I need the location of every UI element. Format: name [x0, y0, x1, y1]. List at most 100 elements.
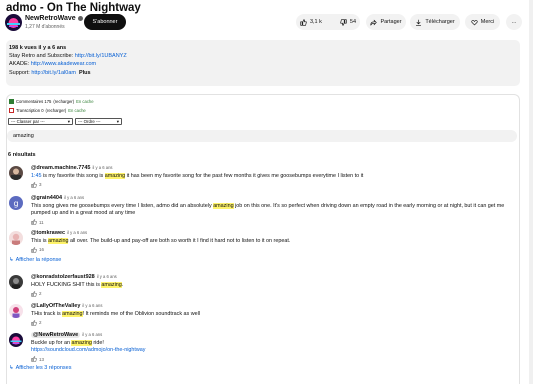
- search-input[interactable]: amazing: [7, 130, 517, 142]
- comment-likes: 16: [31, 246, 511, 254]
- comments-option: Commentaires 175 (recharger) En cache: [9, 99, 94, 104]
- show-replies-label: Afficher les 3 réponses: [15, 365, 72, 371]
- svg-text:g: g: [13, 199, 18, 208]
- share-label: Partager: [380, 19, 402, 25]
- thanks-button[interactable]: Merci: [465, 14, 500, 30]
- like-dislike-group: 3,1 k 54: [296, 14, 360, 30]
- like-count: 3: [39, 182, 42, 187]
- reply-arrow-icon: ↳: [9, 365, 14, 371]
- page-scrollbar[interactable]: [529, 0, 533, 384]
- verified-icon: [77, 16, 83, 21]
- share-icon: [370, 19, 378, 25]
- like-count: 3,1 k: [309, 19, 322, 25]
- comment-date[interactable]: il y a 6 ans: [82, 303, 102, 308]
- channel-avatar[interactable]: [5, 14, 22, 31]
- description-line-2: AKADE: http://www.akadewear.com: [9, 61, 97, 68]
- comment-text: This song gives me goosebumps every time…: [31, 202, 505, 216]
- video-title: admo - On The Nightway: [6, 2, 141, 14]
- comment-text: This is amazing all over. The build-up a…: [31, 237, 291, 244]
- comment-likes: 11: [31, 219, 511, 227]
- thumbs-up-icon[interactable]: [31, 290, 37, 297]
- comment-author[interactable]: @LallyOfTheValley: [31, 303, 80, 309]
- comment-likes: 2: [31, 319, 511, 327]
- thumbs-down-icon: [340, 18, 347, 26]
- download-button[interactable]: Télécharger: [410, 14, 460, 30]
- download-icon: [416, 19, 422, 26]
- comment-date[interactable]: il y a 6 ans: [92, 165, 112, 170]
- comment-text: HOLY FUCKING SHIT this is amazing.: [31, 281, 124, 288]
- thumbs-up-icon[interactable]: [31, 356, 37, 362]
- comment-author[interactable]: @grain4404: [31, 195, 62, 201]
- show-reply-label: Afficher la réponse: [15, 257, 62, 263]
- comments-search-panel: Commentaires 175 (recharger) En cache Tr…: [6, 94, 520, 384]
- comment-text: THis track is amazing! It reminds me of …: [31, 310, 200, 317]
- avatar[interactable]: g: [9, 196, 23, 210]
- download-label: Télécharger: [425, 19, 455, 25]
- search-highlight: amazing: [101, 281, 122, 288]
- timestamp-link[interactable]: 1:45: [31, 173, 42, 179]
- dislike-button[interactable]: 54: [334, 14, 362, 30]
- like-button[interactable]: 3,1 k: [294, 14, 328, 30]
- transcript-checkbox[interactable]: [9, 108, 14, 113]
- comment-likes: 3: [31, 181, 511, 189]
- avatar[interactable]: [9, 304, 23, 318]
- dislike-count: 54: [349, 19, 357, 25]
- show-reply-button[interactable]: ↳ Afficher la réponse: [9, 257, 61, 263]
- description-line-1: Stay Retro and Subscribe: http://bit.ly/…: [9, 53, 127, 60]
- comment-author[interactable]: @dream.machine.7745: [31, 165, 90, 171]
- thumbs-up-icon[interactable]: [31, 219, 37, 225]
- comment-author[interactable]: @konradstolzerfaust928: [31, 274, 95, 280]
- like-count: 2: [39, 320, 42, 325]
- results-count: 6 résultats: [8, 152, 36, 158]
- like-count: 16: [39, 247, 45, 252]
- search-highlight: amazing: [62, 310, 83, 317]
- channel-name[interactable]: NewRetroWave: [25, 15, 83, 22]
- avatar[interactable]: [9, 333, 23, 347]
- show-replies-button[interactable]: ↳ Afficher les 3 réponses: [9, 365, 71, 371]
- comment-text: 1:45 is my favorite this song is amazing…: [31, 172, 364, 179]
- comment-date[interactable]: il y a 6 ans: [82, 332, 102, 337]
- channel-name-label[interactable]: NewRetroWave: [25, 15, 76, 22]
- description-more-button[interactable]: Plus: [79, 70, 91, 76]
- reply-arrow-icon: ↳: [9, 257, 14, 263]
- comment-link[interactable]: https://soundcloud.com/admojo/on-the-nig…: [31, 347, 511, 355]
- thumbs-up-icon[interactable]: [31, 246, 37, 253]
- order-select[interactable]: --- Ordre --- ▾: [75, 118, 122, 125]
- search-highlight: amazing: [71, 339, 92, 346]
- subscriber-count: 1,27 M d'abonnés: [25, 24, 65, 30]
- comment-author[interactable]: @NewRetroWave: [31, 332, 81, 338]
- comment-author[interactable]: @tomkrawec: [31, 230, 65, 236]
- support-link[interactable]: http://bit.ly/1al0am: [31, 70, 76, 76]
- share-button[interactable]: Partager: [366, 14, 406, 30]
- comments-checkbox[interactable]: [9, 99, 14, 104]
- thumbs-up-icon[interactable]: [31, 319, 37, 326]
- avatar[interactable]: [9, 166, 23, 180]
- thumbs-up-icon[interactable]: [31, 181, 37, 188]
- subscribe-link[interactable]: http://bit.ly/1UBANYZ: [75, 53, 127, 59]
- avatar[interactable]: [9, 231, 23, 245]
- transcript-reload-link[interactable]: (recharger): [46, 108, 67, 113]
- search-highlight: amazing: [213, 202, 234, 209]
- comment-likes: 2: [31, 290, 511, 298]
- sort-by-select[interactable]: --- Classer par --- ▾: [8, 118, 73, 125]
- transcript-option: Transcription 0 (recharger) En cache: [9, 108, 86, 113]
- thanks-label: Merci: [480, 19, 495, 25]
- comments-reload-link[interactable]: (recharger): [53, 99, 74, 104]
- more-actions-button[interactable]: …: [506, 14, 522, 30]
- thumbs-up-icon: [300, 18, 307, 26]
- description-line-3: Support: http://bit.ly/1al0am Plus: [9, 69, 91, 76]
- search-highlight: amazing: [48, 237, 69, 244]
- description-box[interactable]: 198 k vues il y a 6 ans Stay Retro and S…: [6, 40, 520, 86]
- more-icon: …: [511, 19, 517, 25]
- comment-likes: 13: [31, 356, 511, 364]
- chevron-down-icon: ▾: [67, 118, 70, 124]
- thanks-icon: [471, 19, 478, 25]
- comment-date[interactable]: il y a 6 ans: [67, 230, 87, 235]
- comment-date[interactable]: il y a 6 ans: [64, 195, 84, 200]
- akade-link[interactable]: http://www.akadewear.com: [31, 61, 96, 67]
- subscribe-button[interactable]: S'abonner: [84, 14, 126, 30]
- like-count: 11: [39, 219, 44, 225]
- avatar[interactable]: [9, 275, 23, 289]
- chevron-down-icon: ▾: [116, 118, 119, 124]
- comment-date[interactable]: il y a 6 ans: [97, 274, 117, 279]
